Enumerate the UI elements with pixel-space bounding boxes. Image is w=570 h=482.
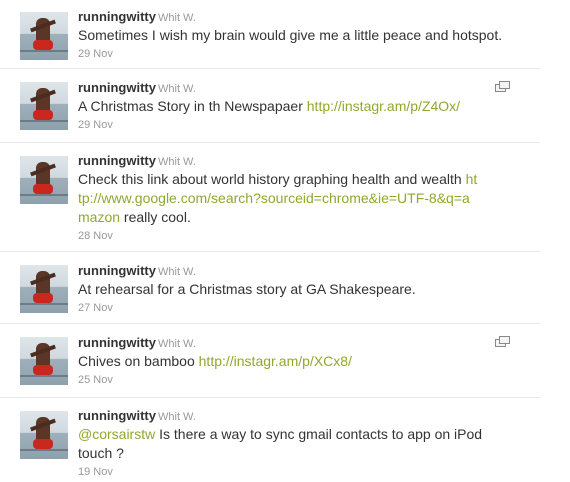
avatar[interactable] <box>20 265 68 313</box>
avatar[interactable] <box>20 82 68 130</box>
tweet-text: A Christmas Story in th Newspapaer http:… <box>78 98 461 114</box>
tweet-timeline: runningwitty Whit W. Sometimes I wish my … <box>0 0 570 482</box>
avatar[interactable] <box>20 12 68 60</box>
tweet-item[interactable]: runningwitty Whit W. Chives on bamboo htt… <box>0 324 540 398</box>
tweet-item[interactable]: runningwitty Whit W. Sometimes I wish my … <box>0 0 540 69</box>
full-name: Whit W. <box>158 411 196 423</box>
screen-name-link[interactable]: runningwitty <box>78 153 156 168</box>
full-name: Whit W. <box>158 83 196 95</box>
avatar[interactable] <box>20 337 68 385</box>
tweet-text: Sometimes I wish my brain would give me … <box>78 27 503 43</box>
tweet-link[interactable]: http://instagr.am/p/Z4Ox/ <box>307 98 460 114</box>
screen-name-link[interactable]: runningwitty <box>78 9 156 24</box>
timestamp[interactable]: 27 Nov <box>78 301 528 315</box>
screen-name-link[interactable]: runningwitty <box>78 80 156 95</box>
avatar[interactable] <box>20 411 68 459</box>
full-name: Whit W. <box>158 338 196 350</box>
avatar[interactable] <box>20 156 68 204</box>
tweet-text: Check this link about world history grap… <box>78 171 478 225</box>
screen-name-link[interactable]: runningwitty <box>78 263 156 278</box>
tweet-link[interactable]: http://instagr.am/p/XCx8/ <box>199 353 352 369</box>
photo-attachment-icon[interactable] <box>495 336 510 347</box>
photo-attachment-icon[interactable] <box>495 81 510 92</box>
tweet-text: Chives on bamboo http://instagr.am/p/XCx… <box>78 353 352 369</box>
full-name: Whit W. <box>158 156 196 168</box>
timestamp[interactable]: 29 Nov <box>78 47 528 61</box>
timestamp[interactable]: 25 Nov <box>78 373 528 387</box>
full-name: Whit W. <box>158 266 196 278</box>
tweet-item[interactable]: runningwitty Whit W. Check this link abou… <box>0 143 540 252</box>
tweet-text: At rehearsal for a Christmas story at GA… <box>78 281 416 297</box>
tweet-item[interactable]: runningwitty Whit W. @corsairstw Is there… <box>0 398 540 482</box>
timestamp[interactable]: 28 Nov <box>78 229 478 243</box>
tweet-text: @corsairstw Is there a way to sync gmail… <box>78 426 483 461</box>
mention-link[interactable]: @corsairstw <box>78 426 155 442</box>
timestamp[interactable]: 19 Nov <box>78 465 518 479</box>
tweet-item[interactable]: runningwitty Whit W. At rehearsal for a C… <box>0 252 540 324</box>
full-name: Whit W. <box>158 12 196 24</box>
screen-name-link[interactable]: runningwitty <box>78 335 156 350</box>
screen-name-link[interactable]: runningwitty <box>78 408 156 423</box>
tweet-item[interactable]: runningwitty Whit W. A Christmas Story in… <box>0 69 540 143</box>
timestamp[interactable]: 29 Nov <box>78 118 528 132</box>
